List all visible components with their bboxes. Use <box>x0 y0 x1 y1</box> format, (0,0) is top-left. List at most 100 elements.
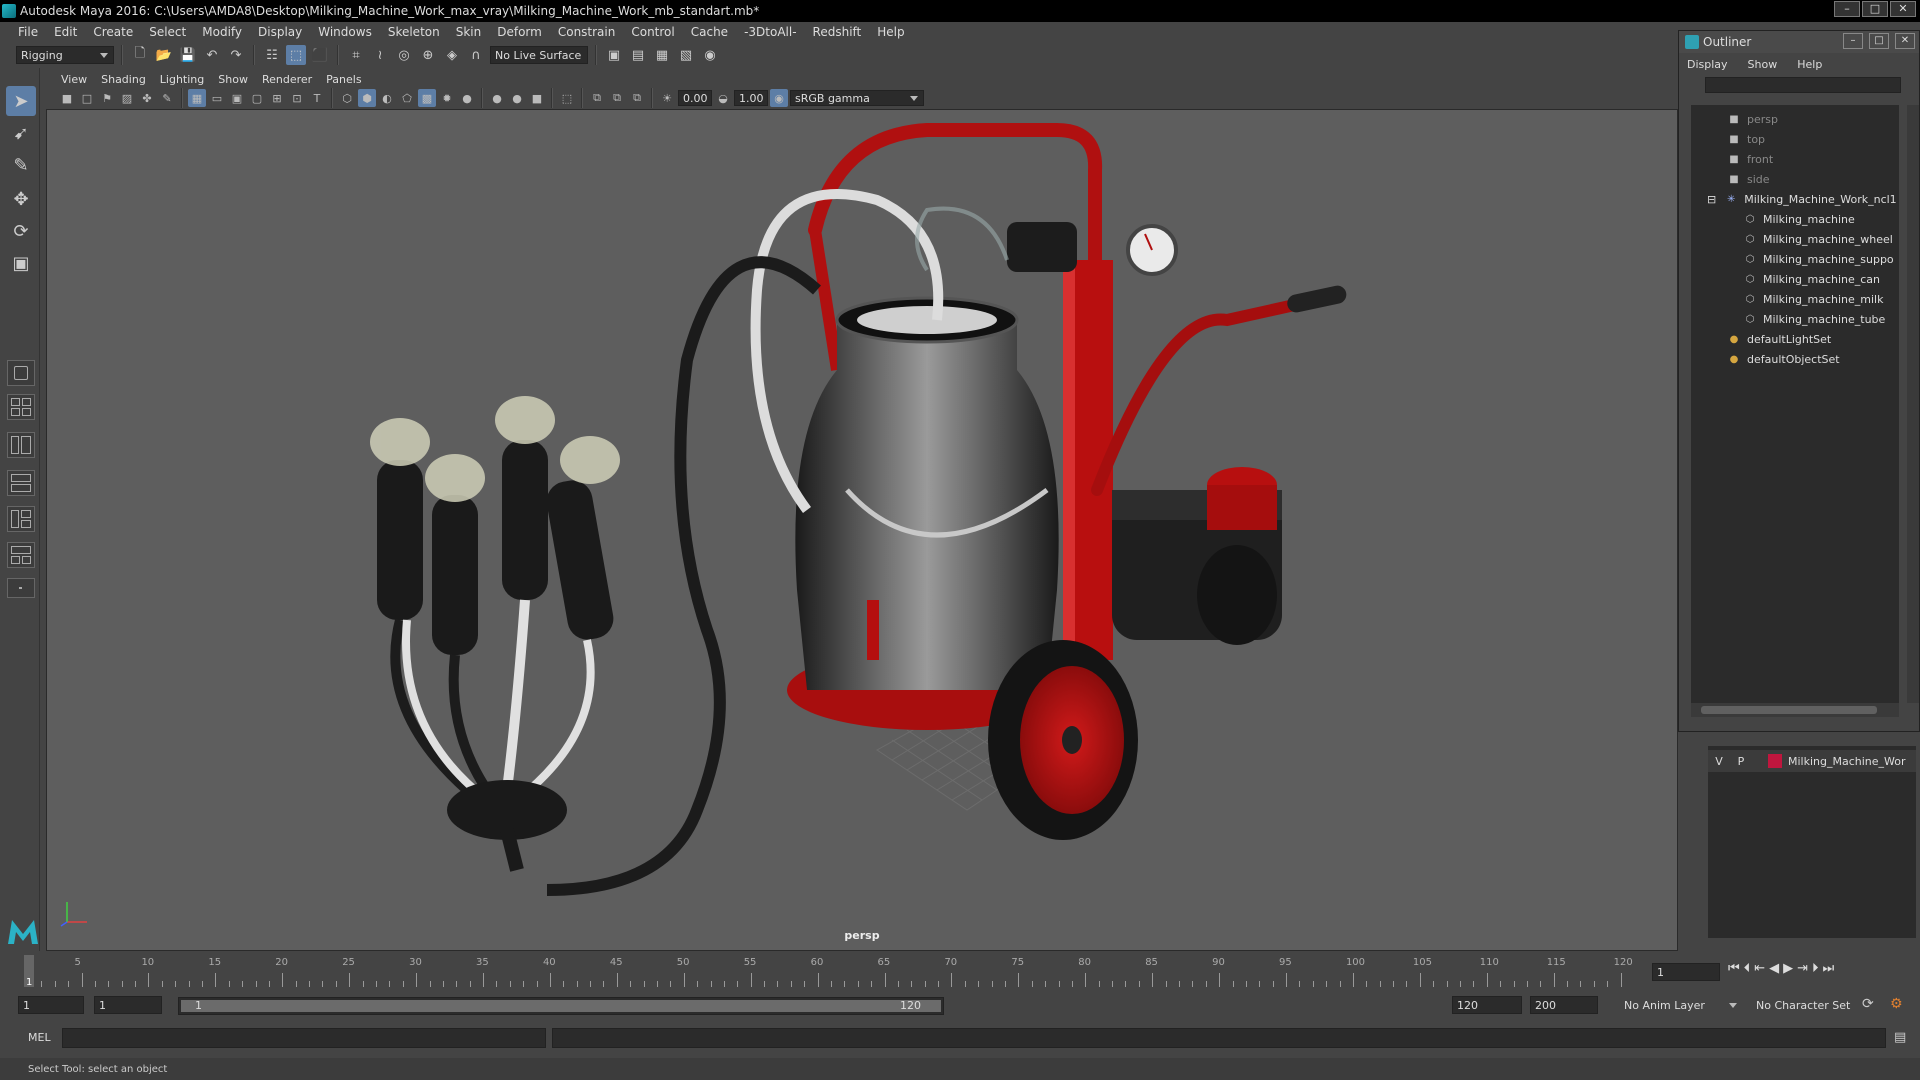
outliner-item[interactable]: ■ side <box>1691 169 1899 189</box>
perspective-viewport[interactable]: persp <box>46 109 1678 951</box>
vp-menu-show[interactable]: Show <box>211 73 255 86</box>
vp-menu-lighting[interactable]: Lighting <box>153 73 211 86</box>
film-gate-icon[interactable]: ▭ <box>208 89 226 107</box>
playback-start-field[interactable]: 1 <box>94 996 162 1014</box>
menu-create[interactable]: Create <box>85 25 141 39</box>
vp-menu-shading[interactable]: Shading <box>94 73 153 86</box>
render-frame-icon[interactable]: ▣ <box>604 45 624 65</box>
outliner-item[interactable]: ⬡ Milking_machine_can <box>1691 269 1899 289</box>
outliner-item[interactable]: ■ front <box>1691 149 1899 169</box>
field-chart-icon[interactable]: ⊞ <box>268 89 286 107</box>
anim-layer-dropdown[interactable]: No Anim Layer <box>1620 996 1742 1014</box>
smooth-shade-icon[interactable]: ⬢ <box>358 89 376 107</box>
menu-display[interactable]: Display <box>250 25 310 39</box>
menu-deform[interactable]: Deform <box>489 25 550 39</box>
rotate-tool-icon[interactable]: ⟳ <box>6 216 36 246</box>
menu-3dtoall[interactable]: -3DtoAll- <box>736 25 804 39</box>
scale-tool-icon[interactable]: ▣ <box>6 248 36 278</box>
outliner-horizontal-scrollbar[interactable] <box>1691 703 1899 717</box>
play-backwards-icon[interactable]: ◀ <box>1769 961 1779 976</box>
snap-view-icon[interactable]: ⊕ <box>418 45 438 65</box>
minimize-button[interactable]: – <box>1834 1 1860 17</box>
menu-file[interactable]: File <box>10 25 46 39</box>
exposure-icon[interactable]: ☀ <box>658 89 676 107</box>
ipr-render-icon[interactable]: ▤ <box>628 45 648 65</box>
new-scene-icon[interactable]: 🗋 <box>130 45 150 65</box>
resolution-gate-icon[interactable]: ▣ <box>228 89 246 107</box>
render-settings-icon[interactable]: ▦ <box>652 45 672 65</box>
outliner-item[interactable]: ⬡ Milking_machine_wheel <box>1691 229 1899 249</box>
collapse-icon[interactable]: ⊟ <box>1707 193 1716 206</box>
layout-more-icon[interactable] <box>7 578 35 598</box>
undo-icon[interactable]: ↶ <box>202 45 222 65</box>
outliner-item[interactable]: ⊟ ✳ Milking_Machine_Work_ncl1 <box>1691 189 1899 209</box>
outliner-close-button[interactable]: ✕ <box>1895 33 1915 49</box>
range-slider-fill[interactable] <box>181 1000 941 1012</box>
four-view-layout-icon[interactable] <box>7 394 35 420</box>
menu-edit[interactable]: Edit <box>46 25 85 39</box>
shadows-icon[interactable]: ● <box>458 89 476 107</box>
outliner-item[interactable]: ⬡ Milking_machine_milk <box>1691 289 1899 309</box>
outliner-menu-show[interactable]: Show <box>1748 58 1778 71</box>
open-scene-icon[interactable]: 📂 <box>154 45 174 65</box>
go-to-end-icon[interactable]: ⏭ <box>1823 961 1835 976</box>
snap-curve-icon[interactable]: ≀ <box>370 45 390 65</box>
menu-select[interactable]: Select <box>141 25 194 39</box>
hypershade-layout-icon[interactable] <box>7 506 35 532</box>
persp-graph-layout-icon[interactable] <box>7 470 35 496</box>
color-management-icon[interactable]: ◉ <box>770 89 788 107</box>
outliner-vertical-scrollbar[interactable] <box>1907 105 1919 703</box>
grid-toggle-icon[interactable]: ▦ <box>188 89 206 107</box>
select-object-icon[interactable]: ⬚ <box>286 45 306 65</box>
time-ruler[interactable]: 5 10 15 20 25 30 35 40 45 50 55 60 65 70 75 80 85 90 95 100… <box>24 955 1640 987</box>
gate-mask-icon[interactable]: ▢ <box>248 89 266 107</box>
outliner-maximize-button[interactable]: □ <box>1869 33 1889 49</box>
hypershade-icon[interactable]: ▧ <box>676 45 696 65</box>
menu-skeleton[interactable]: Skeleton <box>380 25 448 39</box>
vp-menu-view[interactable]: View <box>54 73 94 86</box>
step-back-frame-icon[interactable]: ⏴ <box>1744 961 1751 976</box>
script-editor-icon[interactable]: ▤ <box>1894 1030 1906 1045</box>
safe-title-icon[interactable]: T <box>308 89 326 107</box>
persp-uv-layout-icon[interactable] <box>7 542 35 568</box>
select-component-icon[interactable]: ⬛ <box>310 45 330 65</box>
lasso-tool-icon[interactable]: ➹ <box>6 118 36 148</box>
outliner-search-input[interactable] <box>1705 77 1901 93</box>
menu-cache[interactable]: Cache <box>683 25 736 39</box>
paint-select-tool-icon[interactable]: ✎ <box>6 150 36 180</box>
character-set-dropdown[interactable]: No Character Set <box>1752 996 1862 1014</box>
menu-skin[interactable]: Skin <box>448 25 490 39</box>
vp-menu-panels[interactable]: Panels <box>319 73 368 86</box>
wireframe-icon[interactable]: ⬡ <box>338 89 356 107</box>
step-back-key-icon[interactable]: ⇤ <box>1754 961 1765 976</box>
view-transform-dropdown[interactable]: sRGB gamma <box>790 90 924 106</box>
xray-joints-icon[interactable]: ⧉ <box>608 89 626 107</box>
outliner-item[interactable]: ● defaultLightSet <box>1691 329 1899 349</box>
persp-outliner-layout-icon[interactable] <box>7 432 35 458</box>
time-slider[interactable]: 5 10 15 20 25 30 35 40 45 50 55 60 65 70 75 80 85 90 95 100… <box>0 951 1920 991</box>
preferences-icon[interactable]: ⚙ <box>1890 996 1903 1012</box>
outliner-minimize-button[interactable]: – <box>1843 33 1863 49</box>
outliner-item[interactable]: ⬡ Milking_machine_suppo <box>1691 249 1899 269</box>
go-to-start-icon[interactable]: ⏮ <box>1728 961 1740 976</box>
live-surface-field[interactable]: No Live Surface <box>490 46 588 64</box>
bookmark-icon[interactable]: ⚑ <box>98 89 116 107</box>
exposure-field[interactable]: 0.00 <box>678 90 712 106</box>
gamma-field[interactable]: 1.00 <box>734 90 768 106</box>
snap-surface-icon[interactable]: ◈ <box>442 45 462 65</box>
snap-grid-icon[interactable]: ⌗ <box>346 45 366 65</box>
outliner-item[interactable]: ⬡ Milking_machine_tube <box>1691 309 1899 329</box>
single-perspective-layout-icon[interactable] <box>7 360 35 386</box>
menu-help[interactable]: Help <box>869 25 912 39</box>
menu-control[interactable]: Control <box>623 25 682 39</box>
textured-icon[interactable]: ▩ <box>418 89 436 107</box>
xray-icon[interactable]: ⧉ <box>588 89 606 107</box>
step-forward-key-icon[interactable]: ⇥ <box>1797 961 1808 976</box>
maximize-button[interactable]: □ <box>1862 1 1888 17</box>
use-all-lights-icon[interactable]: ✹ <box>438 89 456 107</box>
wireframe-on-shaded-icon[interactable]: ⬠ <box>398 89 416 107</box>
animation-start-field[interactable]: 1 <box>18 996 84 1014</box>
safe-action-icon[interactable]: ⊡ <box>288 89 306 107</box>
close-button[interactable]: ✕ <box>1890 1 1916 17</box>
pan-zoom-icon[interactable]: ✤ <box>138 89 156 107</box>
